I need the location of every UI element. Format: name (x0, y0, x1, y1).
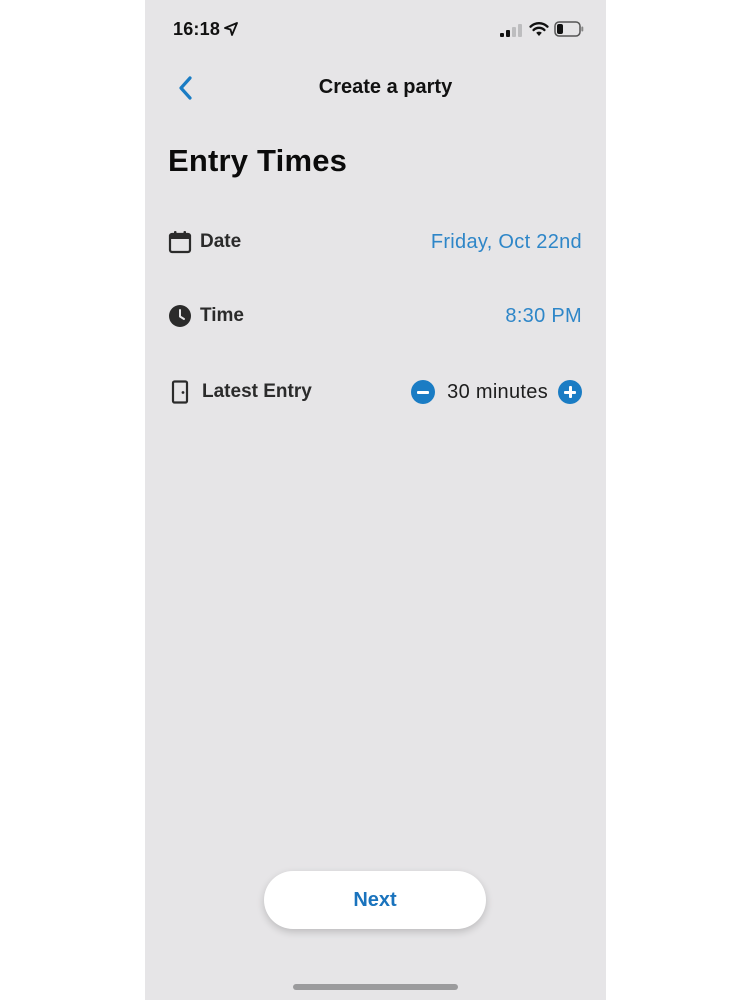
time-value[interactable]: 8:30 PM (505, 305, 582, 328)
door-icon (171, 380, 189, 404)
battery-icon (554, 21, 584, 37)
date-value[interactable]: Friday, Oct 22nd (431, 231, 582, 254)
date-row[interactable]: Date Friday, Oct 22nd (168, 222, 582, 262)
status-time: 16:18 (173, 19, 221, 39)
latest-entry-stepper: 30 minutes (411, 376, 582, 408)
time-row[interactable]: Time 8:30 PM (168, 296, 582, 336)
latest-entry-row: Latest Entry 30 minutes (168, 372, 582, 412)
wifi-icon (529, 22, 549, 36)
app-screen: 16:18 Create a party Entry Times Date Fr… (145, 0, 606, 1000)
nav-title: Create a party (318, 76, 453, 98)
increment-button[interactable] (558, 380, 582, 404)
calendar-icon (168, 231, 192, 254)
next-button[interactable]: Next (264, 871, 486, 929)
location-arrow-icon (224, 22, 238, 36)
plus-icon-vertical (568, 386, 572, 398)
date-label: Date (200, 231, 242, 252)
page-title: Entry Times (168, 143, 348, 178)
minus-icon (417, 390, 430, 394)
home-indicator (293, 984, 458, 990)
decrement-button[interactable] (411, 380, 436, 404)
latest-entry-value: 30 minutes (447, 380, 548, 403)
latest-entry-label: Latest Entry (202, 381, 312, 402)
clock-icon (169, 305, 191, 327)
cellular-signal-icon (500, 24, 522, 37)
time-label: Time (200, 305, 245, 326)
status-bar: 16:18 (145, 0, 606, 58)
